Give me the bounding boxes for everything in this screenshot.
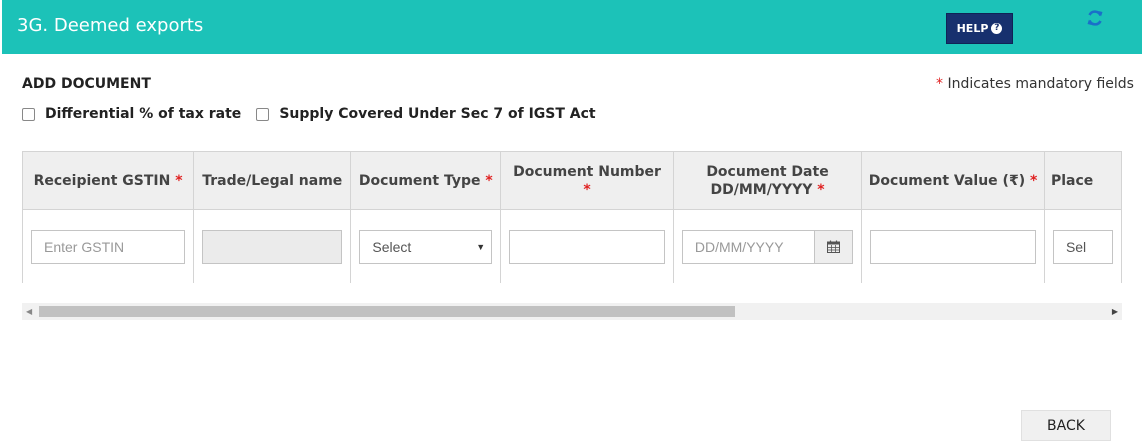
column-header-gstin: Receipient GSTIN * — [22, 151, 195, 210]
column-header-document-type: Document Type * — [350, 151, 502, 210]
trade-name-field — [202, 229, 343, 264]
page-header: 3G. Deemed exports HELP ? — [2, 0, 1142, 54]
column-header-document-value: Document Value (₹) * — [861, 151, 1045, 210]
table-header-row: Receipient GSTIN * Trade/Legal name Docu… — [22, 151, 1122, 210]
document-number-cell — [500, 209, 674, 283]
checkbox-box[interactable] — [22, 107, 35, 121]
required-star: * — [936, 76, 943, 92]
document-table: Receipient GSTIN * Trade/Legal name Docu… — [22, 151, 1122, 283]
column-header-place: Place — [1043, 151, 1122, 210]
document-type-select[interactable]: Select ▼ — [359, 229, 493, 264]
column-header-document-date: Document Date DD/MM/YYYY * — [672, 151, 863, 210]
document-value-cell — [861, 209, 1045, 283]
question-circle-icon: ? — [991, 23, 1003, 34]
document-value-input[interactable] — [870, 229, 1036, 264]
section-title: ADD DOCUMENT — [22, 76, 151, 92]
column-header-document-number: Document Number * — [500, 151, 674, 210]
help-label: HELP — [956, 22, 989, 35]
help-button[interactable]: HELP ? — [946, 13, 1013, 44]
date-picker: DD/MM/YYYY — [681, 229, 854, 264]
page-title: 3G. Deemed exports — [17, 15, 204, 36]
mandatory-note: * Indicates mandatory fields — [936, 76, 1134, 92]
differential-tax-checkbox[interactable]: Differential % of tax rate — [22, 106, 241, 122]
column-header-trade-name: Trade/Legal name — [193, 151, 352, 210]
options-checkboxes: Differential % of tax rate Supply Covere… — [22, 106, 611, 122]
checkbox-label: Differential % of tax rate — [45, 106, 242, 122]
horizontal-scrollbar[interactable]: ◀ ▶ — [22, 303, 1122, 320]
back-button[interactable]: BACK — [1021, 410, 1111, 441]
place-cell: Sel — [1043, 209, 1122, 283]
select-value: Sel — [1065, 238, 1087, 255]
trade-name-cell — [193, 209, 352, 283]
document-type-cell: Select ▼ — [350, 209, 502, 283]
document-date-input[interactable]: DD/MM/YYYY — [681, 229, 816, 264]
checkbox-label: Supply Covered Under Sec 7 of IGST Act — [279, 106, 596, 122]
sec7-igst-checkbox[interactable]: Supply Covered Under Sec 7 of IGST Act — [256, 106, 596, 122]
document-table-container: Receipient GSTIN * Trade/Legal name Docu… — [22, 151, 1122, 283]
mandatory-note-text: Indicates mandatory fields — [947, 76, 1134, 92]
refresh-icon[interactable] — [1085, 8, 1105, 28]
table-row: Enter GSTIN Select ▼ DD/MM/YYYY Sel — [22, 209, 1122, 283]
gstin-cell: Enter GSTIN — [22, 209, 195, 283]
gstin-input[interactable]: Enter GSTIN — [31, 229, 186, 264]
checkbox-box[interactable] — [256, 107, 270, 121]
calendar-icon[interactable] — [815, 229, 854, 264]
caret-down-icon: ▼ — [476, 241, 486, 252]
document-date-cell: DD/MM/YYYY — [672, 209, 863, 283]
place-select[interactable]: Sel — [1052, 229, 1113, 264]
scroll-right-arrow-icon[interactable]: ▶ — [1112, 307, 1118, 316]
select-value: Select — [372, 238, 412, 255]
document-number-input[interactable] — [509, 229, 665, 264]
scrollbar-thumb[interactable] — [39, 306, 735, 317]
scroll-left-arrow-icon[interactable]: ◀ — [26, 307, 32, 316]
